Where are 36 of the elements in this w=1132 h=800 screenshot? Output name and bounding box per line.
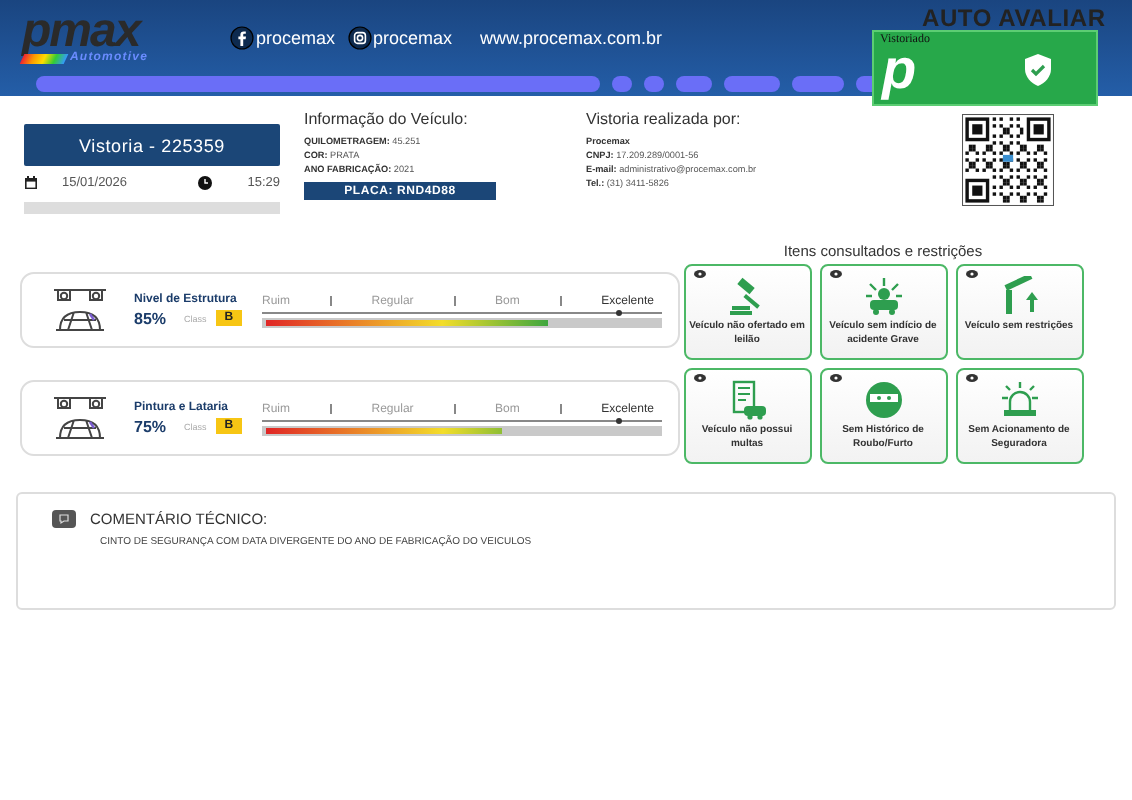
qr-code-drawing: [962, 114, 1054, 206]
website-link[interactable]: www.procemax.com.br: [480, 28, 663, 48]
calendar-icon: [24, 175, 38, 189]
car-frame-drawing: [50, 286, 110, 334]
rainbow-stripe: [19, 53, 69, 63]
eye-icon: [829, 374, 841, 382]
shield-check-icon: [1022, 52, 1054, 88]
inspection-title-button[interactable]: Vistoria - 225359: [24, 124, 280, 166]
score-percent: 85%: [134, 309, 169, 327]
social-handle[interactable]: procemax: [373, 28, 453, 48]
eye-icon: [829, 270, 841, 278]
header-stripe: [792, 76, 844, 92]
eye-icon: [693, 374, 705, 382]
eye-icon: [965, 374, 977, 382]
header-stripe: [724, 76, 780, 92]
eye-icon: [965, 270, 977, 278]
social-handle[interactable]: procemax: [256, 28, 336, 48]
instagram-icon: [347, 26, 372, 50]
masked-face-icon: [863, 380, 903, 420]
car-frame-drawing: [50, 394, 110, 442]
section-title: Informação do Veículo:: [304, 110, 470, 128]
crash-icon: [863, 276, 903, 316]
siren-icon: [999, 380, 1039, 420]
partner-logo: AUTO AVALIAR: [922, 4, 1106, 32]
marker-dot: [616, 418, 622, 424]
clock-icon: [197, 175, 212, 189]
barrier-arrow-icon: [999, 276, 1039, 316]
ticket-car-icon: [727, 380, 767, 420]
header-stripe: [676, 76, 712, 92]
logo-text: pmax: [22, 12, 143, 52]
score-percent: 75%: [134, 417, 169, 435]
facebook-icon: [230, 26, 254, 50]
eye-icon: [693, 270, 705, 278]
section-title: Vistoria realizada por:: [586, 110, 743, 128]
marker-dot: [616, 310, 622, 316]
speech-bubble-icon: [52, 510, 76, 528]
